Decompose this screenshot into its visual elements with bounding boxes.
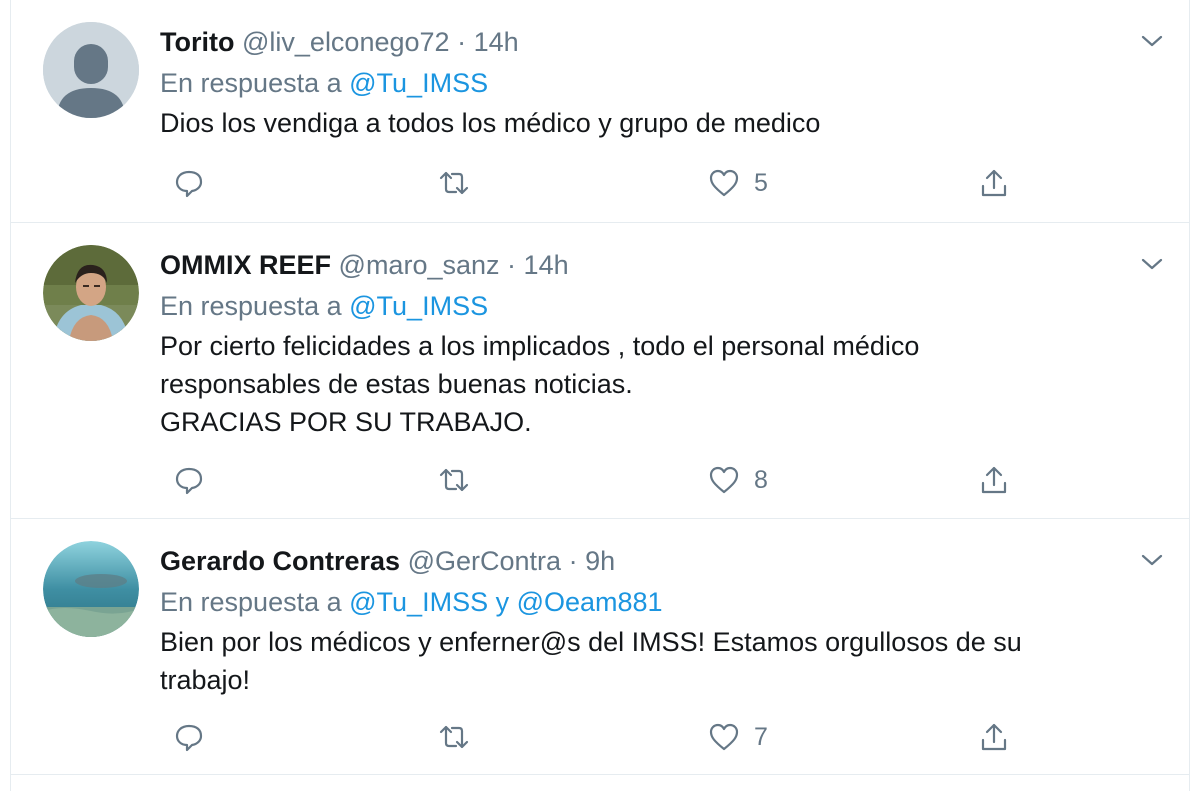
user-handle[interactable]: @liv_elconego72 xyxy=(242,27,450,57)
tweet-header: Torito @liv_elconego72 · 14h xyxy=(160,22,1169,62)
retweet-button[interactable] xyxy=(438,163,470,203)
tweet[interactable]: OMMIX REEF @maro_sanz · 14h En respuesta… xyxy=(11,223,1189,519)
tweet-text: Bien por los médicos y enferner@s del IM… xyxy=(160,623,1169,699)
heart-icon xyxy=(709,169,739,197)
reply-button[interactable] xyxy=(173,460,205,500)
chevron-down-icon[interactable] xyxy=(1137,545,1167,575)
retweet-button[interactable] xyxy=(438,717,470,757)
user-handle[interactable]: @maro_sanz xyxy=(339,250,500,280)
underwater-photo xyxy=(43,541,139,637)
like-button[interactable]: 5 xyxy=(708,163,768,203)
tweet-text: Dios los vendiga a todos los médico y gr… xyxy=(160,104,1169,142)
tweet-content: OMMIX REEF @maro_sanz · 14h En respuesta… xyxy=(160,245,1169,441)
chevron-down-icon[interactable] xyxy=(1137,26,1167,56)
tweet-text-line: GRACIAS POR SU TRABAJO. xyxy=(160,407,532,437)
share-button[interactable] xyxy=(978,460,1010,500)
avatar[interactable] xyxy=(43,245,139,341)
share-button[interactable] xyxy=(978,717,1010,757)
default-avatar-icon xyxy=(43,22,139,118)
tweet-text-line: Dios los vendiga a todos los médico y gr… xyxy=(160,108,821,138)
tweet-content: Torito @liv_elconego72 · 14h En respuest… xyxy=(160,22,1169,142)
retweet-button[interactable] xyxy=(438,460,470,500)
timestamp[interactable]: 14h xyxy=(474,27,519,57)
separator-dot: · xyxy=(568,546,578,576)
reply-button[interactable] xyxy=(173,717,205,757)
tweet-actions: 7 xyxy=(163,717,1023,757)
reply-prefix: En respuesta a xyxy=(160,587,342,617)
like-count: 8 xyxy=(754,466,768,494)
avatar[interactable] xyxy=(43,541,139,637)
display-name[interactable]: Gerardo Contreras xyxy=(160,546,400,576)
tweet-actions: 5 xyxy=(163,163,1023,203)
reply-button[interactable] xyxy=(173,163,205,203)
reply-prefix: En respuesta a xyxy=(160,68,342,98)
avatar[interactable] xyxy=(43,22,139,118)
heart-icon xyxy=(709,466,739,494)
reply-context: En respuesta a @Tu_IMSS xyxy=(160,62,1169,104)
separator-dot: · xyxy=(457,27,467,57)
reply-icon xyxy=(175,170,203,198)
tweet[interactable]: Torito @liv_elconego72 · 14h En respuest… xyxy=(11,0,1189,223)
reply-context: En respuesta a @Tu_IMSS xyxy=(160,285,1169,327)
chevron-down-icon[interactable] xyxy=(1137,249,1167,279)
tweet-actions: 8 xyxy=(163,460,1023,500)
tweet[interactable]: Gerardo Contreras @GerContra · 9h En res… xyxy=(11,519,1189,775)
tweet-text-line: Bien por los médicos y enferner@s del IM… xyxy=(160,627,1022,657)
reply-mention[interactable]: @Tu_IMSS xyxy=(349,68,488,98)
display-name[interactable]: Torito xyxy=(160,27,234,57)
user-handle[interactable]: @GerContra xyxy=(408,546,561,576)
retweet-icon xyxy=(439,725,469,749)
tweet-header: Gerardo Contreras @GerContra · 9h xyxy=(160,541,1169,581)
share-icon xyxy=(981,466,1007,494)
reply-mention[interactable]: @Tu_IMSS y @Oeam881 xyxy=(349,587,662,617)
timestamp[interactable]: 9h xyxy=(585,546,615,576)
retweet-icon xyxy=(439,171,469,195)
tweet-text-line: trabajo! xyxy=(160,665,251,695)
user-photo xyxy=(43,245,139,341)
like-count: 5 xyxy=(754,169,768,197)
separator-dot: · xyxy=(507,250,517,280)
tweet-header: OMMIX REEF @maro_sanz · 14h xyxy=(160,245,1169,285)
tweet-content: Gerardo Contreras @GerContra · 9h En res… xyxy=(160,541,1169,699)
reply-prefix: En respuesta a xyxy=(160,291,342,321)
like-button[interactable]: 8 xyxy=(708,460,768,500)
share-icon xyxy=(981,169,1007,197)
reply-mention[interactable]: @Tu_IMSS xyxy=(349,291,488,321)
share-icon xyxy=(981,723,1007,751)
like-count: 7 xyxy=(754,723,768,751)
retweet-icon xyxy=(439,468,469,492)
tweet-feed: Torito @liv_elconego72 · 14h En respuest… xyxy=(10,0,1190,791)
like-button[interactable]: 7 xyxy=(708,717,768,757)
share-button[interactable] xyxy=(978,163,1010,203)
heart-icon xyxy=(709,723,739,751)
reply-icon xyxy=(175,467,203,495)
tweet-text-line: Por cierto felicidades a los implicados … xyxy=(160,331,920,361)
tweet-text: Por cierto felicidades a los implicados … xyxy=(160,327,1169,441)
reply-context: En respuesta a @Tu_IMSS y @Oeam881 xyxy=(160,581,1169,623)
timestamp[interactable]: 14h xyxy=(524,250,569,280)
display-name[interactable]: OMMIX REEF xyxy=(160,250,331,280)
tweet-text-line: responsables de estas buenas noticias. xyxy=(160,369,633,399)
reply-icon xyxy=(175,724,203,752)
